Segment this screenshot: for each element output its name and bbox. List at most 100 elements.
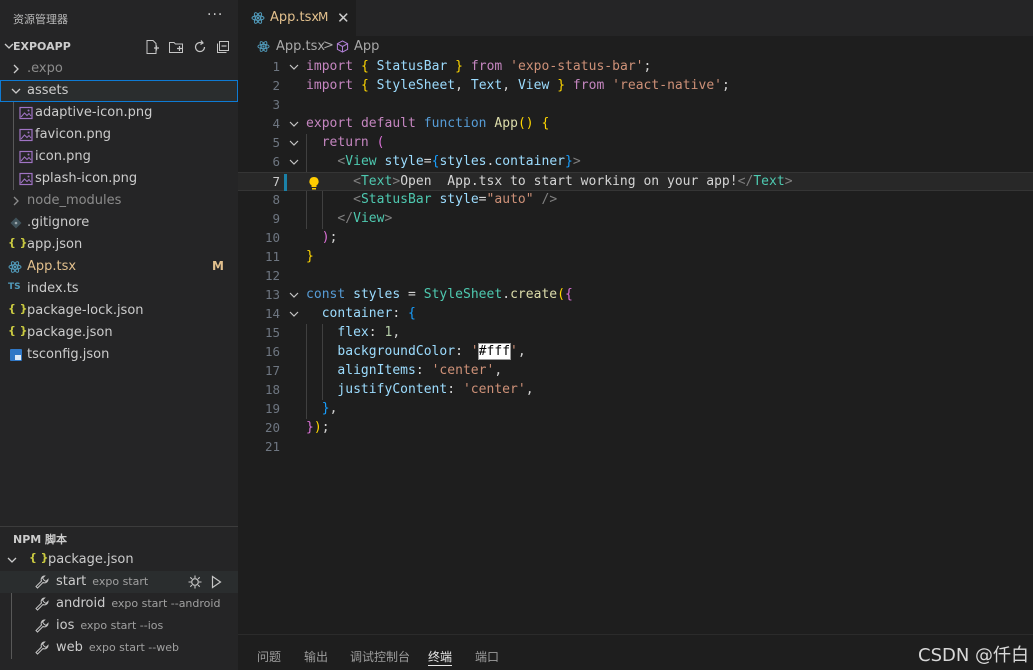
collapse-all-icon[interactable] bbox=[215, 39, 231, 55]
npm-package-item[interactable]: { } package.json bbox=[0, 549, 238, 571]
tab-strip: App.tsx M ✕ bbox=[238, 0, 1033, 36]
tree-file-splash-icon[interactable]: splash-icon.png bbox=[0, 168, 238, 190]
panel-tab-debug-console[interactable]: 调试控制台 bbox=[350, 648, 410, 665]
project-header[interactable]: EXPOAPP bbox=[0, 36, 238, 58]
breadcrumb-separator: > bbox=[323, 38, 334, 53]
project-name: EXPOAPP bbox=[13, 40, 71, 53]
tree-label: package-lock.json bbox=[27, 303, 144, 318]
breadcrumb: App.tsx > App bbox=[238, 36, 1033, 58]
tree-label: splash-icon.png bbox=[35, 171, 138, 186]
npm-script-start[interactable]: start expo start bbox=[0, 571, 238, 593]
tree-file-tsconfig[interactable]: tsconfig.json bbox=[0, 344, 238, 366]
code-text: container: { bbox=[321, 306, 416, 321]
npm-script-command: expo start bbox=[92, 575, 149, 588]
code-editor[interactable]: 1 import { StatusBar } from 'expo-status… bbox=[238, 58, 1033, 478]
image-file-icon bbox=[19, 150, 33, 164]
code-text: import { StyleSheet, Text, View } from '… bbox=[306, 78, 730, 93]
tree-file-favicon[interactable]: favicon.png bbox=[0, 124, 238, 146]
code-text: <Text>Open App.tsx to start working on y… bbox=[353, 174, 793, 189]
fold-chevron-icon[interactable] bbox=[289, 157, 299, 167]
tree-label: package.json bbox=[27, 325, 113, 340]
new-file-icon[interactable] bbox=[144, 39, 160, 55]
wrench-icon bbox=[35, 641, 49, 655]
tree-folder-expo[interactable]: .expo bbox=[0, 58, 238, 80]
npm-scripts-title[interactable]: NPM 脚本 bbox=[13, 531, 67, 547]
breadcrumb-symbol[interactable]: App bbox=[354, 39, 379, 54]
git-file-icon bbox=[10, 217, 22, 229]
fold-chevron-icon[interactable] bbox=[289, 119, 299, 129]
color-swatch-icon[interactable]: #fff bbox=[477, 343, 512, 360]
tsconfig-file-icon bbox=[10, 349, 22, 361]
tree-folder-assets[interactable]: assets bbox=[0, 80, 238, 102]
tree-file-package-json[interactable]: { } package.json bbox=[0, 322, 238, 344]
more-actions-icon[interactable]: ··· bbox=[207, 7, 223, 23]
explorer-sidebar: 资源管理器 ··· EXPOAPP .expo assets adaptive-… bbox=[0, 0, 238, 670]
tree-label: App.tsx bbox=[27, 259, 77, 274]
active-tab-indicator bbox=[428, 665, 452, 666]
code-line: 6 <View style={styles.container}> bbox=[272, 154, 581, 169]
code-line-current: 7 <Text>Open App.tsx to start working on… bbox=[238, 172, 1033, 191]
json-file-icon: { } bbox=[8, 324, 28, 337]
tree-label: .gitignore bbox=[27, 215, 90, 230]
breadcrumb-file[interactable]: App.tsx bbox=[276, 39, 325, 54]
tree-file-app-json[interactable]: { } app.json bbox=[0, 234, 238, 256]
image-file-icon bbox=[19, 128, 33, 142]
npm-package-label: package.json bbox=[48, 552, 134, 567]
tree-label: index.ts bbox=[27, 281, 79, 296]
tree-file-package-lock[interactable]: { } package-lock.json bbox=[0, 300, 238, 322]
close-icon[interactable]: ✕ bbox=[337, 9, 350, 27]
tree-file-adaptive-icon[interactable]: adaptive-icon.png bbox=[0, 102, 238, 124]
npm-script-ios[interactable]: ios expo start --ios bbox=[0, 615, 238, 637]
code-line: 16 backgroundColor: '#fff', bbox=[264, 343, 526, 360]
tree-label: icon.png bbox=[35, 149, 91, 164]
code-line: 8 <StatusBar style="auto" /> bbox=[272, 192, 558, 207]
tree-file-index-ts[interactable]: TS index.ts bbox=[0, 278, 238, 300]
tree-folder-node-modules[interactable]: node_modules bbox=[0, 190, 238, 212]
code-line: 12 bbox=[264, 268, 280, 283]
image-file-icon bbox=[19, 106, 33, 120]
tree-label: tsconfig.json bbox=[27, 347, 110, 362]
code-line: 5 return ( bbox=[272, 135, 385, 150]
debug-icon[interactable] bbox=[187, 574, 203, 590]
code-line: 14 container: { bbox=[264, 306, 416, 321]
panel-tab-problems[interactable]: 问题 bbox=[257, 648, 281, 665]
json-file-icon: { } bbox=[8, 236, 28, 249]
tree-label: node_modules bbox=[27, 193, 122, 208]
editor-area: App.tsx M ✕ App.tsx > App 1 import { Sta… bbox=[238, 0, 1033, 634]
fold-chevron-icon[interactable] bbox=[289, 290, 299, 300]
code-line: 2 import { StyleSheet, Text, View } from… bbox=[272, 78, 730, 93]
tree-label: .expo bbox=[27, 61, 63, 76]
chevron-down-icon bbox=[7, 557, 17, 563]
json-file-icon: { } bbox=[8, 302, 28, 315]
panel-tab-terminal[interactable]: 终端 bbox=[428, 648, 452, 665]
chevron-right-icon bbox=[13, 64, 19, 74]
tree-file-gitignore[interactable]: .gitignore bbox=[0, 212, 238, 234]
panel-tab-output[interactable]: 输出 bbox=[304, 648, 328, 665]
code-text: alignItems: 'center', bbox=[337, 363, 503, 378]
new-folder-icon[interactable] bbox=[168, 39, 184, 55]
ts-file-icon: TS bbox=[8, 282, 21, 292]
watermark: CSDN @仟白 bbox=[918, 645, 1030, 666]
npm-script-name: android bbox=[56, 596, 106, 611]
panel-tab-ports[interactable]: 端口 bbox=[475, 648, 499, 665]
fold-chevron-icon[interactable] bbox=[289, 138, 299, 148]
npm-script-android[interactable]: android expo start --android bbox=[0, 593, 238, 615]
run-icon[interactable] bbox=[208, 574, 224, 590]
code-line: 10 ); bbox=[264, 230, 338, 245]
code-text: ); bbox=[321, 230, 338, 245]
refresh-icon[interactable] bbox=[192, 39, 208, 55]
tree-file-icon[interactable]: icon.png bbox=[0, 146, 238, 168]
bottom-panel: 问题 输出 调试控制台 终端 端口 CSDN @仟白 bbox=[238, 634, 1033, 670]
code-line: 11 } bbox=[264, 249, 314, 264]
modified-badge: M bbox=[318, 10, 329, 24]
chevron-right-icon bbox=[13, 196, 19, 206]
npm-script-web[interactable]: web expo start --web bbox=[0, 637, 238, 659]
tree-file-app-tsx[interactable]: App.tsx M bbox=[0, 256, 238, 278]
react-file-icon bbox=[251, 12, 265, 24]
fold-chevron-icon[interactable] bbox=[289, 62, 299, 72]
modified-line-marker bbox=[284, 174, 287, 191]
tab-app-tsx[interactable]: App.tsx M ✕ bbox=[238, 0, 356, 36]
code-line: 13 const styles = StyleSheet.create({ bbox=[264, 287, 573, 302]
fold-chevron-icon[interactable] bbox=[289, 309, 299, 319]
code-line: 4 export default function App() { bbox=[272, 116, 550, 131]
